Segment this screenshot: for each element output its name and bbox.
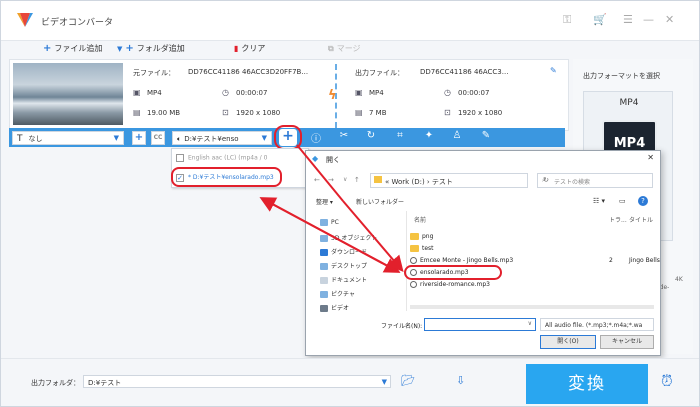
chevron-down-icon: ▼ <box>381 378 387 386</box>
arrow-from-plus-head <box>342 200 404 273</box>
bottom-bar: 出力フォルダ： D:¥テスト ▼ 📂︎ ⇩ 変換 ⏰︎ <box>1 358 699 406</box>
import-icon[interactable]: ⇩ <box>456 374 465 387</box>
annotation-arrows <box>259 144 404 273</box>
open-folder-icon[interactable]: 📂︎ <box>401 374 415 387</box>
arrow-to-menu <box>259 197 398 272</box>
alarm-clock-icon[interactable]: ⏰︎ <box>661 372 673 390</box>
output-folder-value: D:¥テスト <box>88 379 122 387</box>
output-folder-input[interactable]: D:¥テスト ▼ <box>83 375 391 388</box>
convert-button[interactable]: 変換 <box>526 364 648 404</box>
app-window: ビデオコンバータ ⚿ 🛒 ☰ — ✕ + ファイル追加 ▼ + フォルダ追加 ▮… <box>0 0 700 407</box>
output-folder-label: 出力フォルダ： <box>31 379 80 387</box>
arrow-from-plus <box>296 144 344 202</box>
